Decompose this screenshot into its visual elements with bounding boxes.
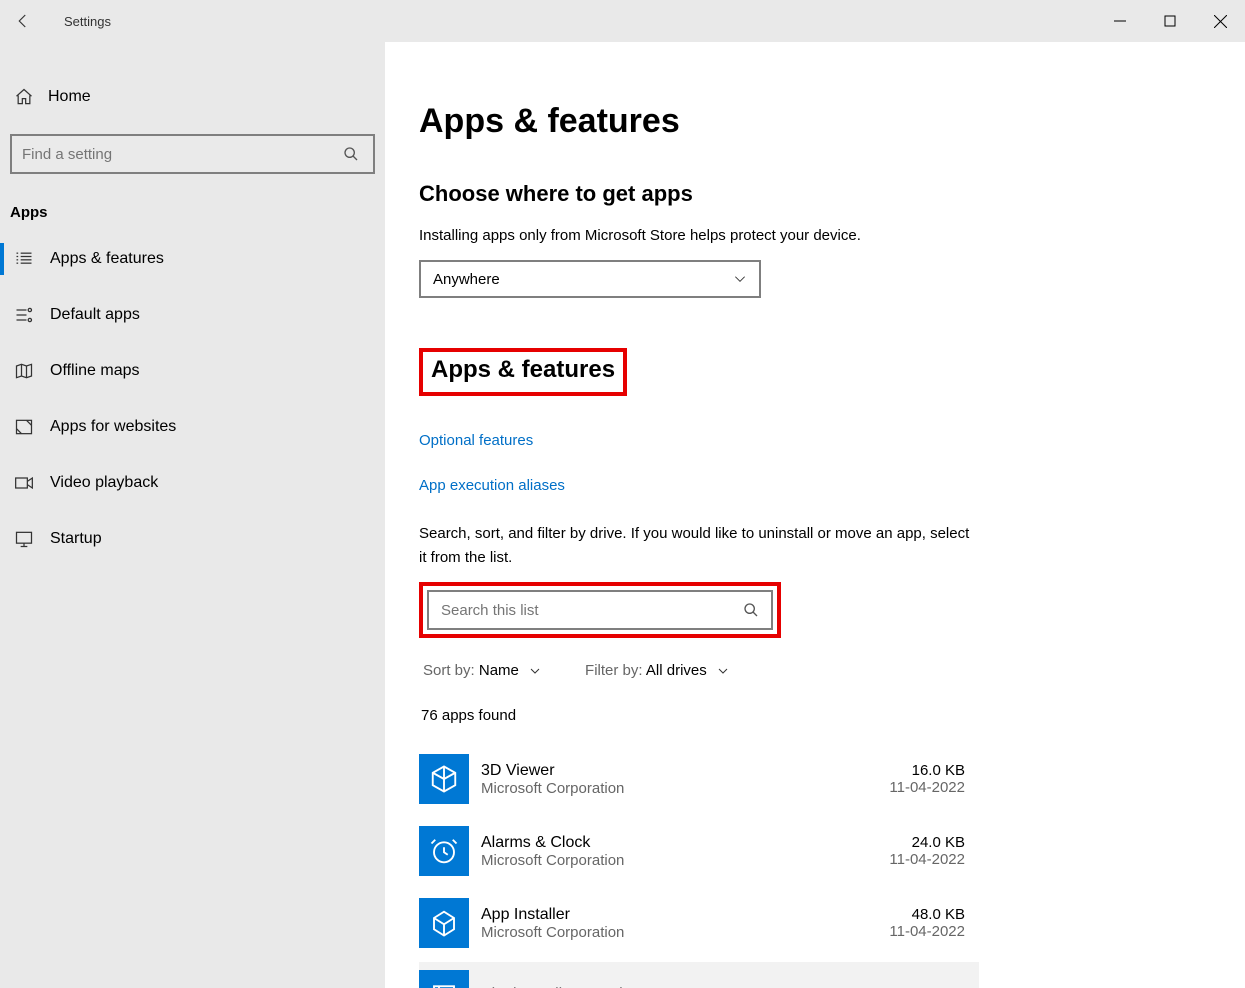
- chevron-down-icon: [733, 272, 747, 286]
- app-row[interactable]: 3D Viewer Microsoft Corporation 16.0 KB …: [419, 746, 979, 818]
- app-icon-bionix: [419, 970, 469, 988]
- filter-label: Filter by:: [585, 662, 643, 679]
- sidebar-item-apps-for-websites[interactable]: Apps for websites: [0, 399, 385, 455]
- minimize-button[interactable]: [1095, 0, 1145, 42]
- sort-filter-row: Sort by: Name Filter by: All drives: [423, 662, 1205, 679]
- app-icon-alarms-clock: [419, 826, 469, 876]
- app-execution-aliases-link[interactable]: App execution aliases: [419, 477, 1205, 494]
- default-apps-icon: [12, 305, 36, 325]
- app-name: Alarms & Clock: [481, 834, 889, 852]
- sidebar-item-label: Video playback: [50, 474, 158, 492]
- sidebar: Home Apps Apps & features Default apps: [0, 42, 385, 988]
- app-row[interactable]: App Installer Microsoft Corporation 48.0…: [419, 890, 979, 962]
- sidebar-item-startup[interactable]: Startup: [0, 511, 385, 567]
- filter-value: All drives: [646, 662, 707, 679]
- app-publisher: Microsoft Corporation: [481, 852, 889, 869]
- home-label: Home: [48, 88, 91, 106]
- app-size: 24.0 KB: [889, 834, 965, 851]
- sort-by-dropdown[interactable]: Sort by: Name: [423, 662, 541, 679]
- close-icon: [1214, 15, 1227, 28]
- maximize-button[interactable]: [1145, 0, 1195, 42]
- app-row[interactable]: Alarms & Clock Microsoft Corporation 24.…: [419, 818, 979, 890]
- apps-features-icon: [12, 249, 36, 269]
- choose-where-desc: Installing apps only from Microsoft Stor…: [419, 227, 1205, 244]
- offline-maps-icon: [12, 361, 36, 381]
- back-arrow-icon: [14, 12, 32, 30]
- app-list: 3D Viewer Microsoft Corporation 16.0 KB …: [419, 746, 979, 988]
- sidebar-item-video-playback[interactable]: Video playback: [0, 455, 385, 511]
- titlebar: Settings: [0, 0, 1245, 42]
- search-this-list-field[interactable]: [441, 602, 743, 619]
- chevron-down-icon: [717, 665, 729, 677]
- choose-where-header: Choose where to get apps: [419, 181, 1205, 207]
- app-icon-3d-viewer: [419, 754, 469, 804]
- maximize-icon: [1164, 15, 1176, 27]
- sidebar-item-label: Startup: [50, 530, 102, 548]
- home-button[interactable]: Home: [0, 74, 385, 120]
- sidebar-item-label: Default apps: [50, 306, 140, 324]
- minimize-icon: [1114, 15, 1126, 27]
- sidebar-item-label: Apps & features: [50, 250, 164, 268]
- search-this-list-input[interactable]: [427, 590, 773, 630]
- video-playback-icon: [12, 473, 36, 493]
- main-content: Apps & features Choose where to get apps…: [385, 42, 1245, 988]
- app-name: App Installer: [481, 906, 889, 924]
- app-publisher: Microsoft Corporation: [481, 924, 889, 941]
- home-icon: [12, 87, 36, 107]
- app-name: 3D Viewer: [481, 762, 889, 780]
- app-count: 76 apps found: [421, 707, 1205, 724]
- highlight-apps-features: Apps & features: [419, 348, 627, 396]
- app-date: 11-04-2022: [889, 851, 965, 868]
- startup-icon: [12, 529, 36, 549]
- choose-where-dropdown[interactable]: Anywhere: [419, 260, 761, 298]
- highlight-search-box: [419, 582, 781, 638]
- search-desc: Search, sort, and filter by drive. If yo…: [419, 522, 979, 570]
- sidebar-item-label: Offline maps: [50, 362, 140, 380]
- choose-where-value: Anywhere: [433, 271, 500, 288]
- search-icon: [343, 146, 363, 162]
- app-row[interactable]: BioniX Wallpaper Changer 20-05-2022: [419, 962, 979, 988]
- find-setting-input[interactable]: [10, 134, 375, 174]
- close-button[interactable]: [1195, 0, 1245, 42]
- find-setting-field[interactable]: [22, 146, 343, 163]
- apps-websites-icon: [12, 417, 36, 437]
- apps-features-subheader: Apps & features: [431, 356, 615, 384]
- app-date: 11-04-2022: [889, 923, 965, 940]
- chevron-down-icon: [529, 665, 541, 677]
- sidebar-item-default-apps[interactable]: Default apps: [0, 287, 385, 343]
- window-title: Settings: [64, 14, 111, 29]
- sidebar-item-apps-features[interactable]: Apps & features: [0, 231, 385, 287]
- app-size: 16.0 KB: [889, 762, 965, 779]
- app-icon-app-installer: [419, 898, 469, 948]
- sort-value: Name: [479, 662, 519, 679]
- search-icon: [743, 602, 759, 618]
- filter-by-dropdown[interactable]: Filter by: All drives: [585, 662, 729, 679]
- app-size: 48.0 KB: [889, 906, 965, 923]
- app-publisher: Microsoft Corporation: [481, 780, 889, 797]
- back-button[interactable]: [0, 12, 46, 30]
- sidebar-item-offline-maps[interactable]: Offline maps: [0, 343, 385, 399]
- sort-label: Sort by:: [423, 662, 475, 679]
- page-title: Apps & features: [419, 102, 1205, 141]
- sidebar-section-header: Apps: [10, 204, 385, 221]
- sidebar-item-label: Apps for websites: [50, 418, 176, 436]
- optional-features-link[interactable]: Optional features: [419, 432, 1205, 449]
- app-date: 11-04-2022: [889, 779, 965, 796]
